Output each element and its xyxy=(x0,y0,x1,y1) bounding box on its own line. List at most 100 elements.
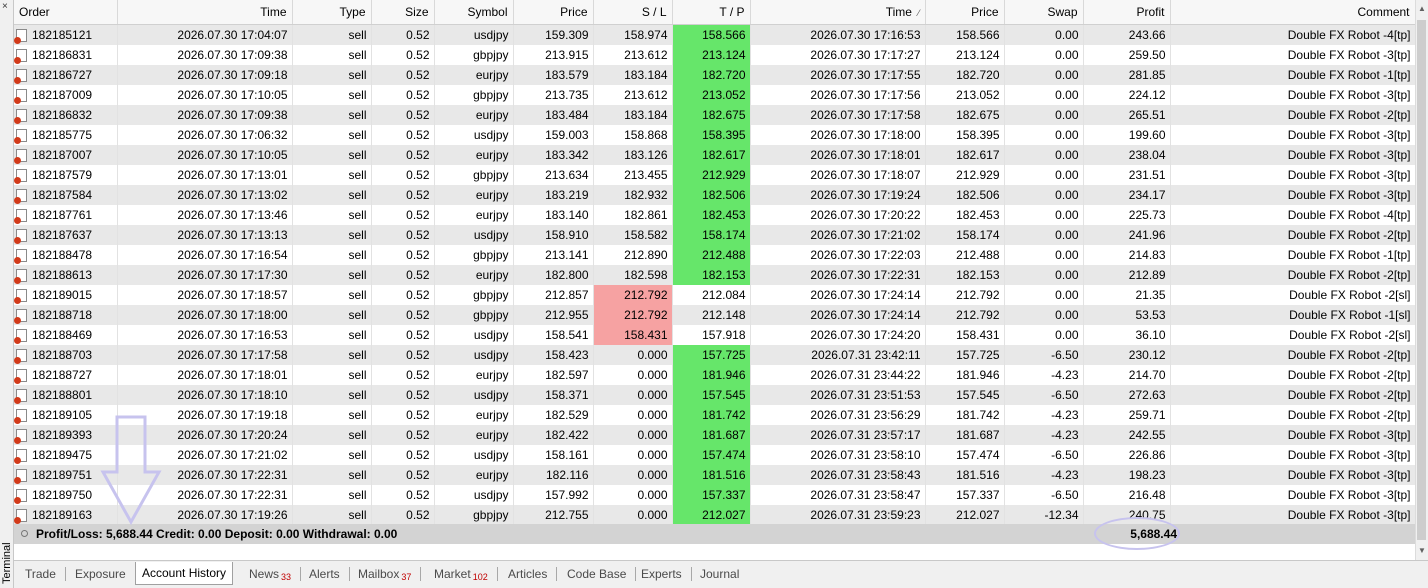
tab-trade[interactable]: Trade xyxy=(19,564,66,584)
table-row[interactable]: 182188478 2026.07.30 17:16:54 sell 0.52 gbpj… xyxy=(14,245,1415,265)
order-document-icon xyxy=(14,289,27,305)
table-row[interactable]: 182188469 2026.07.30 17:16:53 sell 0.52 usdj… xyxy=(14,325,1415,345)
tab-exposure[interactable]: Exposure xyxy=(69,564,132,584)
col-order[interactable]: Order xyxy=(14,0,118,25)
table-row[interactable]: 182185121 2026.07.30 17:04:07 sell 0.52 usdj… xyxy=(14,24,1415,45)
col-symbol[interactable]: Symbol xyxy=(434,0,514,25)
cell-close-time: 2026.07.31 23:58:47 xyxy=(750,485,926,505)
cell-order: 182185775 xyxy=(14,125,118,145)
col-tp[interactable]: T / P xyxy=(672,0,751,25)
table-row[interactable]: 182187007 2026.07.30 17:10:05 sell 0.52 eurj… xyxy=(14,145,1415,165)
table-row[interactable]: 182189393 2026.07.30 17:20:24 sell 0.52 eurj… xyxy=(14,425,1415,445)
cell-type: sell xyxy=(292,265,372,285)
col-close-time[interactable]: Time ⁄ xyxy=(750,0,926,25)
table-row[interactable]: 182185775 2026.07.30 17:06:32 sell 0.52 usdj… xyxy=(14,125,1415,145)
table-row[interactable]: 182187584 2026.07.30 17:13:02 sell 0.52 eurj… xyxy=(14,185,1415,205)
table-row[interactable]: 182188718 2026.07.30 17:18:00 sell 0.52 gbpj… xyxy=(14,305,1415,325)
cell-open-price: 182.800 xyxy=(513,265,594,285)
table-row[interactable]: 182189015 2026.07.30 17:18:57 sell 0.52 gbpj… xyxy=(14,285,1415,305)
cell-close-time: 2026.07.31 23:42:11 xyxy=(750,345,926,365)
table-row[interactable]: 182188703 2026.07.30 17:17:58 sell 0.52 usdj… xyxy=(14,345,1415,365)
cell-tp: 181.742 xyxy=(672,405,751,425)
vertical-scrollbar[interactable]: ▲ ▼ xyxy=(1415,0,1428,560)
cell-order: 182188703 xyxy=(14,345,118,365)
cell-sl: 0.000 xyxy=(593,505,673,525)
cell-order: 182187579 xyxy=(14,165,118,185)
col-swap[interactable]: Swap xyxy=(1004,0,1084,25)
table-row[interactable]: 182188727 2026.07.30 17:18:01 sell 0.52 eurj… xyxy=(14,365,1415,385)
tab-articles[interactable]: Articles xyxy=(502,564,558,584)
cell-open-price: 213.735 xyxy=(513,85,594,105)
tab-market[interactable]: Market 102 xyxy=(428,564,498,584)
tab-experts[interactable]: Experts xyxy=(635,564,692,584)
cell-swap: -12.34 xyxy=(1004,505,1084,525)
table-row[interactable]: 182189750 2026.07.30 17:22:31 sell 0.52 usdj… xyxy=(14,485,1415,505)
tab-alerts[interactable]: Alerts xyxy=(303,564,350,584)
col-open-time[interactable]: Time xyxy=(117,0,293,25)
table-row[interactable]: 182189475 2026.07.30 17:21:02 sell 0.52 usdj… xyxy=(14,445,1415,465)
cell-close-price: 181.946 xyxy=(925,365,1005,385)
cell-close-price: 213.124 xyxy=(925,45,1005,65)
cell-close-price: 158.395 xyxy=(925,125,1005,145)
tab-label: Exposure xyxy=(75,567,126,581)
cell-sl: 212.792 xyxy=(593,305,673,325)
cell-symbol: usdjpy xyxy=(434,125,514,145)
cell-open-price: 183.342 xyxy=(513,145,594,165)
cell-symbol: gbpjpy xyxy=(434,45,514,65)
table-row[interactable]: 182189105 2026.07.30 17:19:18 sell 0.52 eurj… xyxy=(14,405,1415,425)
scroll-up-icon[interactable]: ▲ xyxy=(1418,4,1426,13)
order-number: 182186832 xyxy=(32,107,93,122)
tab-label: Experts xyxy=(641,567,682,581)
cell-type: sell xyxy=(292,245,372,265)
table-row[interactable]: 182189163 2026.07.30 17:19:26 sell 0.52 gbpj… xyxy=(14,505,1415,525)
cell-tp: 157.337 xyxy=(672,485,751,505)
scroll-thumb[interactable] xyxy=(1417,20,1426,540)
cell-symbol: usdjpy xyxy=(434,24,514,45)
cell-open-time: 2026.07.30 17:09:18 xyxy=(117,65,293,85)
table-row[interactable]: 182187637 2026.07.30 17:13:13 sell 0.52 usdj… xyxy=(14,225,1415,245)
table-row[interactable]: 182186832 2026.07.30 17:09:38 sell 0.52 eurj… xyxy=(14,105,1415,125)
cell-size: 0.52 xyxy=(371,145,435,165)
tab-news[interactable]: News 33 xyxy=(243,564,302,584)
tab-badge: 33 xyxy=(281,572,292,582)
cell-order: 182188613 xyxy=(14,265,118,285)
cell-size: 0.52 xyxy=(371,325,435,345)
cell-swap: 0.00 xyxy=(1004,85,1084,105)
order-number: 182189015 xyxy=(32,287,93,302)
cell-close-price: 212.792 xyxy=(925,285,1005,305)
col-type[interactable]: Type xyxy=(292,0,372,25)
table-row[interactable]: 182187009 2026.07.30 17:10:05 sell 0.52 gbpj… xyxy=(14,85,1415,105)
order-document-icon xyxy=(14,509,27,525)
col-sl[interactable]: S / L xyxy=(593,0,673,25)
table-row[interactable]: 182187761 2026.07.30 17:13:46 sell 0.52 eurj… xyxy=(14,205,1415,225)
tab-journal[interactable]: Journal xyxy=(694,564,745,584)
col-open-price[interactable]: Price xyxy=(513,0,594,25)
tab-code-base[interactable]: Code Base xyxy=(561,564,637,584)
cell-profit: 241.96 xyxy=(1083,225,1171,245)
cell-open-price: 213.634 xyxy=(513,165,594,185)
order-document-icon xyxy=(14,429,27,445)
table-row[interactable]: 182189751 2026.07.30 17:22:31 sell 0.52 eurj… xyxy=(14,465,1415,485)
cell-profit: 259.71 xyxy=(1083,405,1171,425)
table-row[interactable]: 182187579 2026.07.30 17:13:01 sell 0.52 gbpj… xyxy=(14,165,1415,185)
col-close-price[interactable]: Price xyxy=(925,0,1005,25)
cell-comment: Double FX Robot -2[tp] xyxy=(1170,225,1415,245)
cell-type: sell xyxy=(292,65,372,85)
table-row[interactable]: 182186831 2026.07.30 17:09:38 sell 0.52 gbpj… xyxy=(14,45,1415,65)
table-row[interactable]: 182186727 2026.07.30 17:09:18 sell 0.52 eurj… xyxy=(14,65,1415,85)
tab-account-history[interactable]: Account History xyxy=(135,562,234,585)
tab-mailbox[interactable]: Mailbox 37 xyxy=(352,564,422,584)
cell-close-price: 181.742 xyxy=(925,405,1005,425)
col-profit[interactable]: Profit xyxy=(1083,0,1171,25)
scroll-down-icon[interactable]: ▼ xyxy=(1418,546,1426,555)
tab-badge: 102 xyxy=(472,572,488,582)
order-number: 182185775 xyxy=(32,127,93,142)
table-row[interactable]: 182188801 2026.07.30 17:18:10 sell 0.52 usdj… xyxy=(14,385,1415,405)
col-comment[interactable]: Comment xyxy=(1170,0,1415,25)
cell-type: sell xyxy=(292,205,372,225)
table-row[interactable]: 182188613 2026.07.30 17:17:30 sell 0.52 eurj… xyxy=(14,265,1415,285)
cell-close-price: 181.687 xyxy=(925,425,1005,445)
close-icon[interactable]: × xyxy=(2,2,8,12)
order-document-icon xyxy=(14,389,27,405)
col-size[interactable]: Size xyxy=(371,0,435,25)
